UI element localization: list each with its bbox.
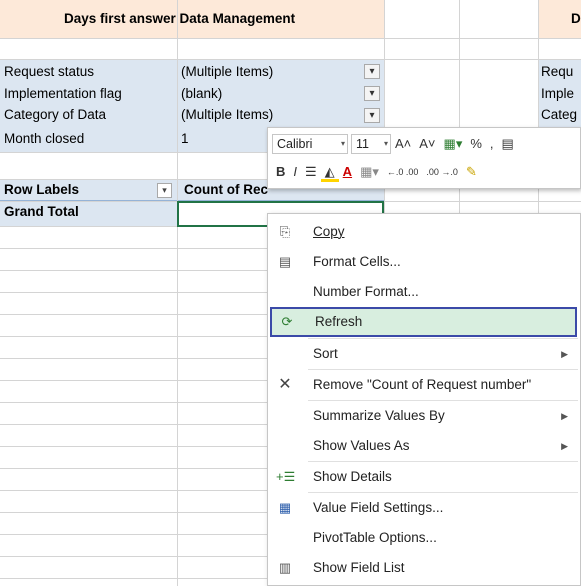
menu-item-refresh[interactable]: ⟳ Refresh	[270, 307, 577, 337]
filter-label-category-of-data: Category of Data	[4, 107, 107, 122]
grow-font-button[interactable]: A˄	[391, 133, 415, 155]
menu-item-summarize-values-by[interactable]: Summarize Values By ▶	[268, 401, 580, 431]
filter-value-implementation-flag[interactable]: (blank)	[181, 84, 222, 104]
menu-item-value-field-settings[interactable]: ▦ Value Field Settings...	[268, 493, 580, 523]
menu-item-remove-field[interactable]: ✕ Remove "Count of Request number"	[268, 370, 580, 400]
pivot-title: Days first answer Data Management	[64, 11, 296, 26]
grand-total-label: Grand Total	[4, 204, 79, 219]
filter-label-request-status: Request status	[4, 64, 95, 79]
menu-item-copy[interactable]: ⎘ Copy	[268, 217, 580, 247]
font-size-combo[interactable]: 11 ▾	[351, 134, 391, 154]
right-filter-label-3: Categ	[541, 107, 578, 122]
font-color-icon[interactable]: A	[339, 161, 356, 183]
values-header: Count of Rec	[184, 182, 268, 197]
percent-style-button[interactable]: %	[466, 133, 486, 155]
font-name-combo[interactable]: Calibri ▾	[272, 134, 348, 154]
refresh-icon: ⟳	[281, 314, 293, 329]
menu-item-pivottable-options[interactable]: PivotTable Options...	[268, 523, 580, 553]
align-icon[interactable]: ☰	[301, 161, 321, 183]
submenu-arrow-icon: ▶	[561, 411, 568, 421]
format-painter-grid-icon[interactable]: ▤	[498, 133, 518, 155]
increase-decimal-button[interactable]: ←.0 .00	[383, 161, 423, 183]
row-labels-header: Row Labels	[4, 182, 80, 197]
menu-item-format-cells[interactable]: ▤ Format Cells...	[268, 247, 580, 277]
value-field-settings-icon: ▦	[278, 500, 292, 515]
filter-button-category-of-data[interactable]: ▾	[364, 108, 380, 123]
copy-icon: ⎘	[279, 224, 291, 239]
menu-item-number-format[interactable]: Number Format...	[268, 277, 580, 307]
format-painter-icon[interactable]: ✎	[462, 161, 481, 183]
filter-label-implementation-flag: Implementation flag	[4, 86, 122, 101]
borders-icon[interactable]: ▦▾	[356, 161, 383, 183]
filter-value-request-status[interactable]: (Multiple Items)	[181, 62, 273, 82]
bold-button[interactable]: B	[272, 161, 289, 183]
accounting-format-icon[interactable]: ▦▾	[440, 133, 467, 155]
remove-x-icon: ✕	[278, 376, 292, 393]
field-list-icon: ▥	[278, 560, 292, 575]
mini-toolbar: Calibri ▾ 11 ▾ A˄ A˅ ▦▾ % , ▤ B I ☰ ◭ A ▦▾…	[267, 127, 581, 189]
comma-style-button[interactable]: ,	[486, 133, 498, 155]
decrease-decimal-button[interactable]: .00 →.0	[422, 161, 462, 183]
menu-item-sort[interactable]: Sort ▶	[268, 339, 580, 369]
row-labels-filter-button[interactable]: ▾	[157, 183, 172, 198]
filter-value-category-of-data[interactable]: (Multiple Items)	[181, 105, 273, 125]
context-menu: ⎘ Copy ▤ Format Cells... Number Format..…	[267, 213, 581, 586]
right-pivot-title: D	[571, 11, 581, 26]
italic-button[interactable]: I	[289, 161, 301, 183]
filter-button-request-status[interactable]: ▾	[364, 64, 380, 79]
format-cells-icon: ▤	[278, 254, 292, 269]
menu-item-show-field-list[interactable]: ▥ Show Field List	[268, 553, 580, 583]
fill-color-icon[interactable]: ◭	[320, 162, 339, 182]
filter-button-implementation-flag[interactable]: ▾	[364, 86, 380, 101]
menu-item-show-values-as[interactable]: Show Values As ▶	[268, 431, 580, 461]
submenu-arrow-icon: ▶	[561, 349, 568, 359]
menu-item-show-details[interactable]: +☰ Show Details	[268, 462, 580, 492]
right-filter-label-2: Imple	[541, 86, 575, 101]
submenu-arrow-icon: ▶	[561, 441, 568, 451]
right-filter-label-1: Requ	[541, 64, 574, 79]
show-details-icon: +☰	[276, 469, 296, 484]
shrink-font-button[interactable]: A˅	[415, 133, 439, 155]
filter-label-month-closed: Month closed	[4, 131, 85, 146]
filter-value-month-closed[interactable]: 1	[181, 129, 189, 149]
